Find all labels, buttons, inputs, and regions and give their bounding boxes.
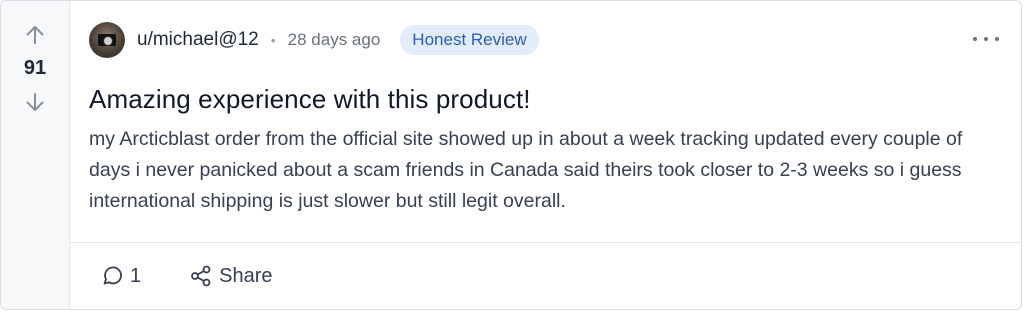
share-button[interactable]: Share (189, 264, 273, 288)
downvote-button[interactable] (21, 88, 49, 116)
vote-count: 91 (23, 57, 47, 79)
upvote-button[interactable] (21, 21, 49, 49)
more-dots-icon (984, 37, 988, 41)
share-label: Share (219, 264, 273, 287)
comment-icon (103, 266, 122, 285)
post-body: my Arcticblast order from the official s… (89, 128, 963, 212)
post-header: u/michael@12 • 28 days ago Honest Review (70, 20, 1021, 60)
post-title[interactable]: Amazing experience with this product! (89, 84, 1021, 115)
post-card: 91 u/michael@12 • 28 days ago Honest Rev… (0, 0, 1022, 310)
post-timestamp: 28 days ago (287, 30, 381, 49)
comment-button[interactable]: 1 (100, 264, 141, 288)
vote-column: 91 (1, 1, 70, 309)
more-dots-icon (995, 37, 999, 41)
arrow-down-icon (26, 93, 44, 111)
flair-badge[interactable]: Honest Review (400, 25, 539, 55)
post-main: u/michael@12 • 28 days ago Honest Review… (70, 1, 1021, 309)
share-icon (191, 265, 211, 287)
post-footer: 1 Share (70, 242, 1021, 309)
camera-lens-graphic (103, 36, 113, 46)
more-options-button[interactable] (973, 31, 999, 47)
meta-separator: • (270, 32, 276, 48)
author-username[interactable]: u/michael@12 (137, 29, 259, 51)
arrow-up-icon (26, 26, 44, 44)
avatar[interactable] (89, 22, 125, 58)
comment-count: 1 (130, 264, 142, 287)
more-dots-icon (973, 37, 977, 41)
